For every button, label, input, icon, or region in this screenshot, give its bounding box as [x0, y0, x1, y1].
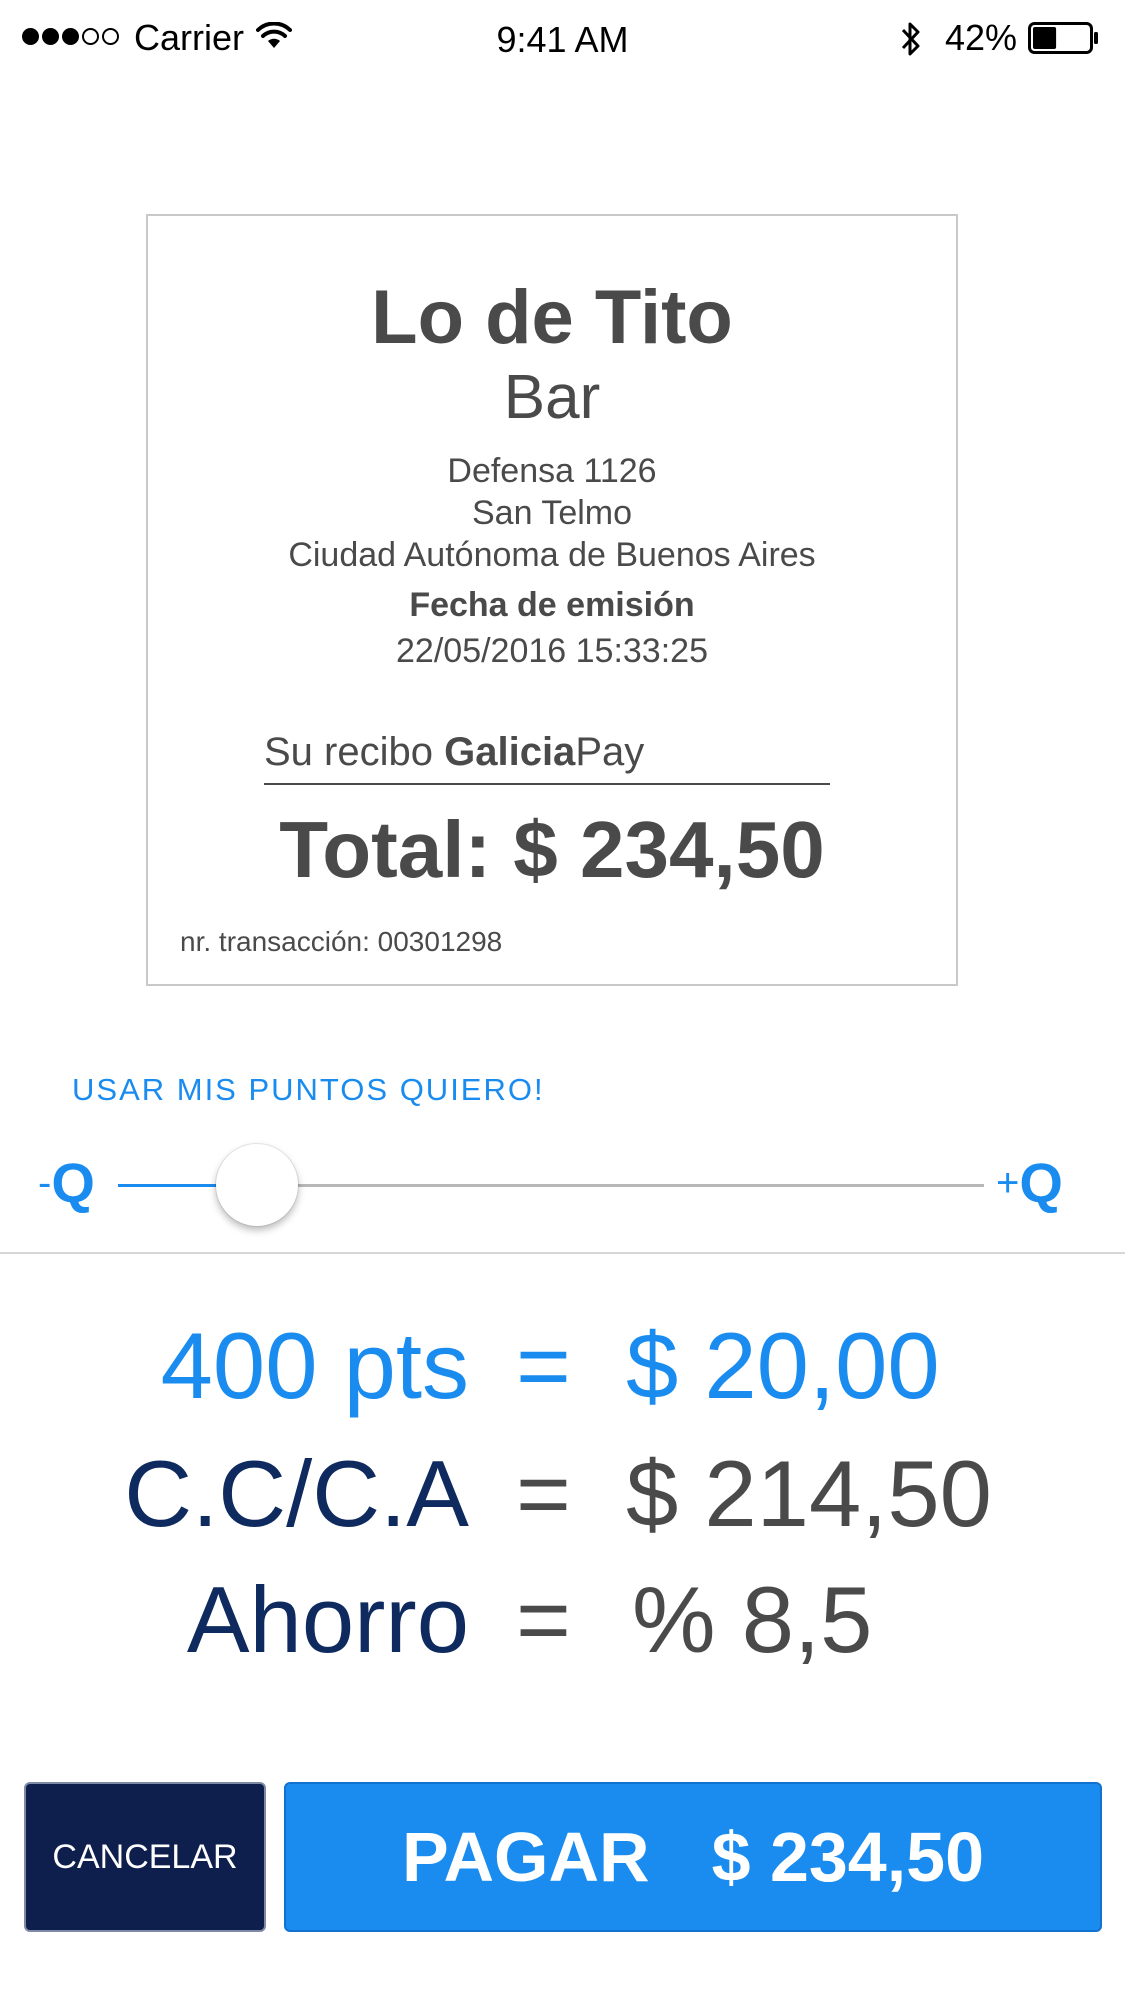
slider-max-sign: +: [996, 1161, 1020, 1205]
points-label: 400 pts: [160, 1313, 469, 1418]
brand-bold: Galicia: [444, 730, 576, 774]
receipt-prefix: Su recibo: [264, 730, 445, 774]
savings-label: Ahorro: [186, 1567, 469, 1672]
pay-button-amount: $ 234,50: [711, 1818, 985, 1896]
address-line-3: Ciudad Autónoma de Buenos Aires: [288, 536, 816, 574]
receipt-total: Total: $ 234,50: [279, 805, 825, 894]
slider-min-label[interactable]: -Q: [38, 1150, 95, 1215]
slider-min-q: Q: [51, 1151, 95, 1214]
points-row: 400 pts = $ 20,00: [0, 1312, 1125, 1422]
points-equals: =: [516, 1313, 571, 1418]
merchant-type: Bar: [503, 363, 601, 432]
savings-equals: =: [516, 1567, 571, 1672]
receipt-card: Lo de Tito Bar Defensa 1126 San Telmo Ci…: [146, 214, 958, 986]
merchant-name: Lo de Tito: [371, 275, 733, 360]
account-row: C.C/C.A = $ 214,50: [0, 1440, 1125, 1550]
pay-button-label: PAGAR: [401, 1818, 650, 1896]
points-slider-thumb[interactable]: [215, 1144, 298, 1226]
status-bar: Carrier 9:41 AM 42%: [0, 0, 1125, 80]
points-value: $ 20,00: [626, 1313, 940, 1418]
brand-regular: Pay: [575, 730, 645, 774]
pay-button[interactable]: PAGAR $ 234,50: [284, 1782, 1102, 1932]
bluetooth-icon: [901, 22, 920, 56]
account-equals: =: [516, 1441, 571, 1546]
address-line-2: San Telmo: [471, 494, 633, 532]
cancel-button-label: CANCELAR: [52, 1837, 238, 1876]
issue-date-value: 22/05/2016 15:33:25: [396, 632, 708, 670]
account-value: $ 214,50: [626, 1441, 992, 1546]
issue-date-label: Fecha de emisión: [409, 586, 695, 624]
battery-icon: [1028, 22, 1098, 54]
section-divider: [0, 1252, 1125, 1254]
account-label: C.C/C.A: [124, 1441, 469, 1546]
transaction-number: nr. transacción: 00301298: [180, 926, 503, 957]
savings-value: % 8,5: [632, 1567, 873, 1672]
points-title: USAR MIS PUNTOS QUIERO!: [72, 1072, 545, 1107]
address-line-1: Defensa 1126: [447, 452, 657, 490]
receipt-brand-label: Su recibo GaliciaPay: [264, 730, 644, 775]
receipt-divider: [264, 783, 830, 785]
slider-max-q: Q: [1019, 1151, 1063, 1214]
battery-percent: 42%: [945, 17, 1018, 58]
slider-min-sign: -: [38, 1161, 52, 1205]
slider-max-label[interactable]: +Q: [996, 1150, 1063, 1215]
cancel-button[interactable]: CANCELAR: [24, 1782, 266, 1932]
savings-row: Ahorro = % 8,5: [0, 1566, 1125, 1676]
